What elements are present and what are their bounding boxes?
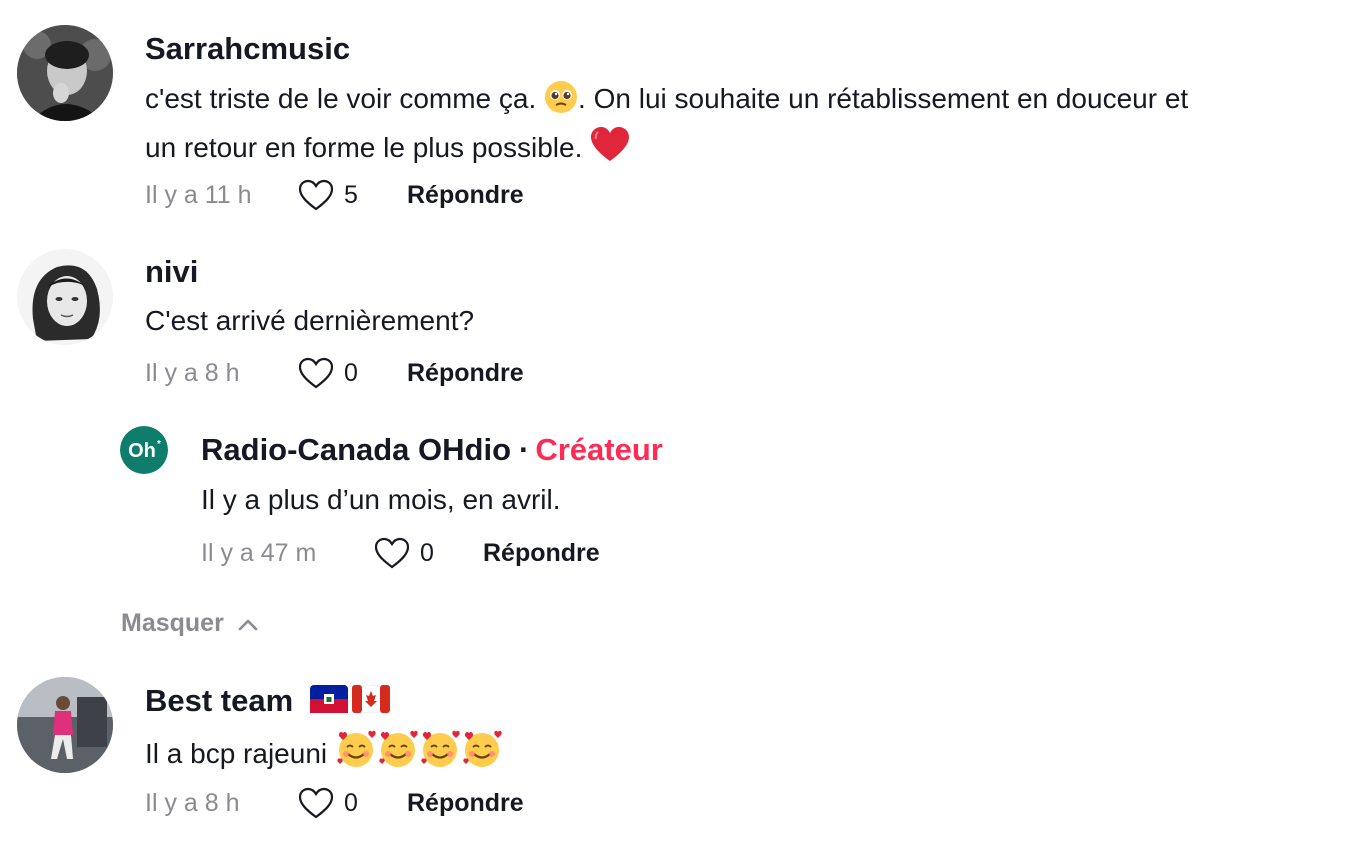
comment-text: Il a bcp rajeuni xyxy=(145,729,503,781)
creator-avatar[interactable]: Oh * xyxy=(120,426,168,474)
canada-flag-icon xyxy=(351,684,391,721)
badge-separator: · xyxy=(519,432,530,467)
comment-meta: Il y a 8 h 0 Répondre xyxy=(145,356,524,390)
smiling-face-with-hearts-icon xyxy=(461,729,503,781)
avatar[interactable] xyxy=(17,677,113,773)
comment-text-part: . On lui souhaite un rétablissement en d… xyxy=(578,83,1189,114)
reply-username[interactable]: Radio-Canada OHdio xyxy=(201,432,511,467)
comment-text-part: un retour en forme le plus possible. xyxy=(145,132,591,163)
reply-username-row: Radio-Canada OHdio · Créateur xyxy=(201,432,663,468)
comment-time: Il y a 8 h xyxy=(145,788,240,817)
creator-badge: Créateur xyxy=(535,432,663,467)
like-button[interactable]: 0 xyxy=(297,356,407,390)
reply-meta: Il y a 47 m 0 Répondre xyxy=(201,536,600,570)
comment-text: c'est triste de le voir comme ça. . On l… xyxy=(145,77,1345,175)
chevron-up-icon xyxy=(238,619,258,630)
reply-text: Il y a plus d’un mois, en avril. xyxy=(201,484,561,515)
reply-button[interactable]: Répondre xyxy=(407,359,524,388)
comment-text-part: c'est triste de le voir comme ça. xyxy=(145,83,545,114)
comment-username[interactable]: Sarrahcmusic xyxy=(145,31,350,67)
heart-outline-icon xyxy=(298,357,334,389)
haiti-flag-icon xyxy=(309,685,348,721)
smiling-face-with-hearts-icon xyxy=(377,729,419,781)
smiling-face-with-hearts-icon xyxy=(335,729,377,781)
like-count: 0 xyxy=(344,358,358,387)
avatar-text: Oh xyxy=(128,440,156,462)
reply-button[interactable]: Répondre xyxy=(407,181,524,210)
comment-text-part: Il a bcp rajeuni xyxy=(145,738,335,769)
hide-replies-label: Masquer xyxy=(121,609,224,637)
comment-meta: Il y a 11 h 5 Répondre xyxy=(145,178,524,212)
reply-button[interactable]: Répondre xyxy=(483,539,600,568)
like-button[interactable]: 5 xyxy=(297,178,407,212)
comment-username[interactable]: nivi xyxy=(145,254,198,290)
pleading-face-icon xyxy=(544,80,578,126)
like-count: 0 xyxy=(344,788,358,817)
like-count: 5 xyxy=(344,180,358,209)
heart-outline-icon xyxy=(298,787,334,819)
like-button[interactable]: 0 xyxy=(373,536,483,570)
heart-outline-icon xyxy=(298,179,334,211)
comment-meta: Il y a 8 h 0 Répondre xyxy=(145,786,524,820)
reply-button[interactable]: Répondre xyxy=(407,789,524,818)
avatar[interactable] xyxy=(17,25,113,121)
like-count: 0 xyxy=(420,538,434,567)
hide-replies-toggle[interactable]: Masquer xyxy=(121,609,258,638)
avatar[interactable] xyxy=(17,249,113,345)
heart-outline-icon xyxy=(374,537,410,569)
comment-username[interactable]: Best team xyxy=(145,683,293,718)
smiling-face-with-hearts-icon xyxy=(419,729,461,781)
red-heart-icon xyxy=(590,127,630,175)
comment-username-row: Best team xyxy=(145,683,394,721)
reply-time: Il y a 47 m xyxy=(201,538,317,567)
comment-time: Il y a 11 h xyxy=(145,180,252,209)
svg-text:*: * xyxy=(157,439,161,450)
comment-time: Il y a 8 h xyxy=(145,358,240,387)
comment-text: C'est arrivé dernièrement? xyxy=(145,305,475,336)
like-button[interactable]: 0 xyxy=(297,786,407,820)
